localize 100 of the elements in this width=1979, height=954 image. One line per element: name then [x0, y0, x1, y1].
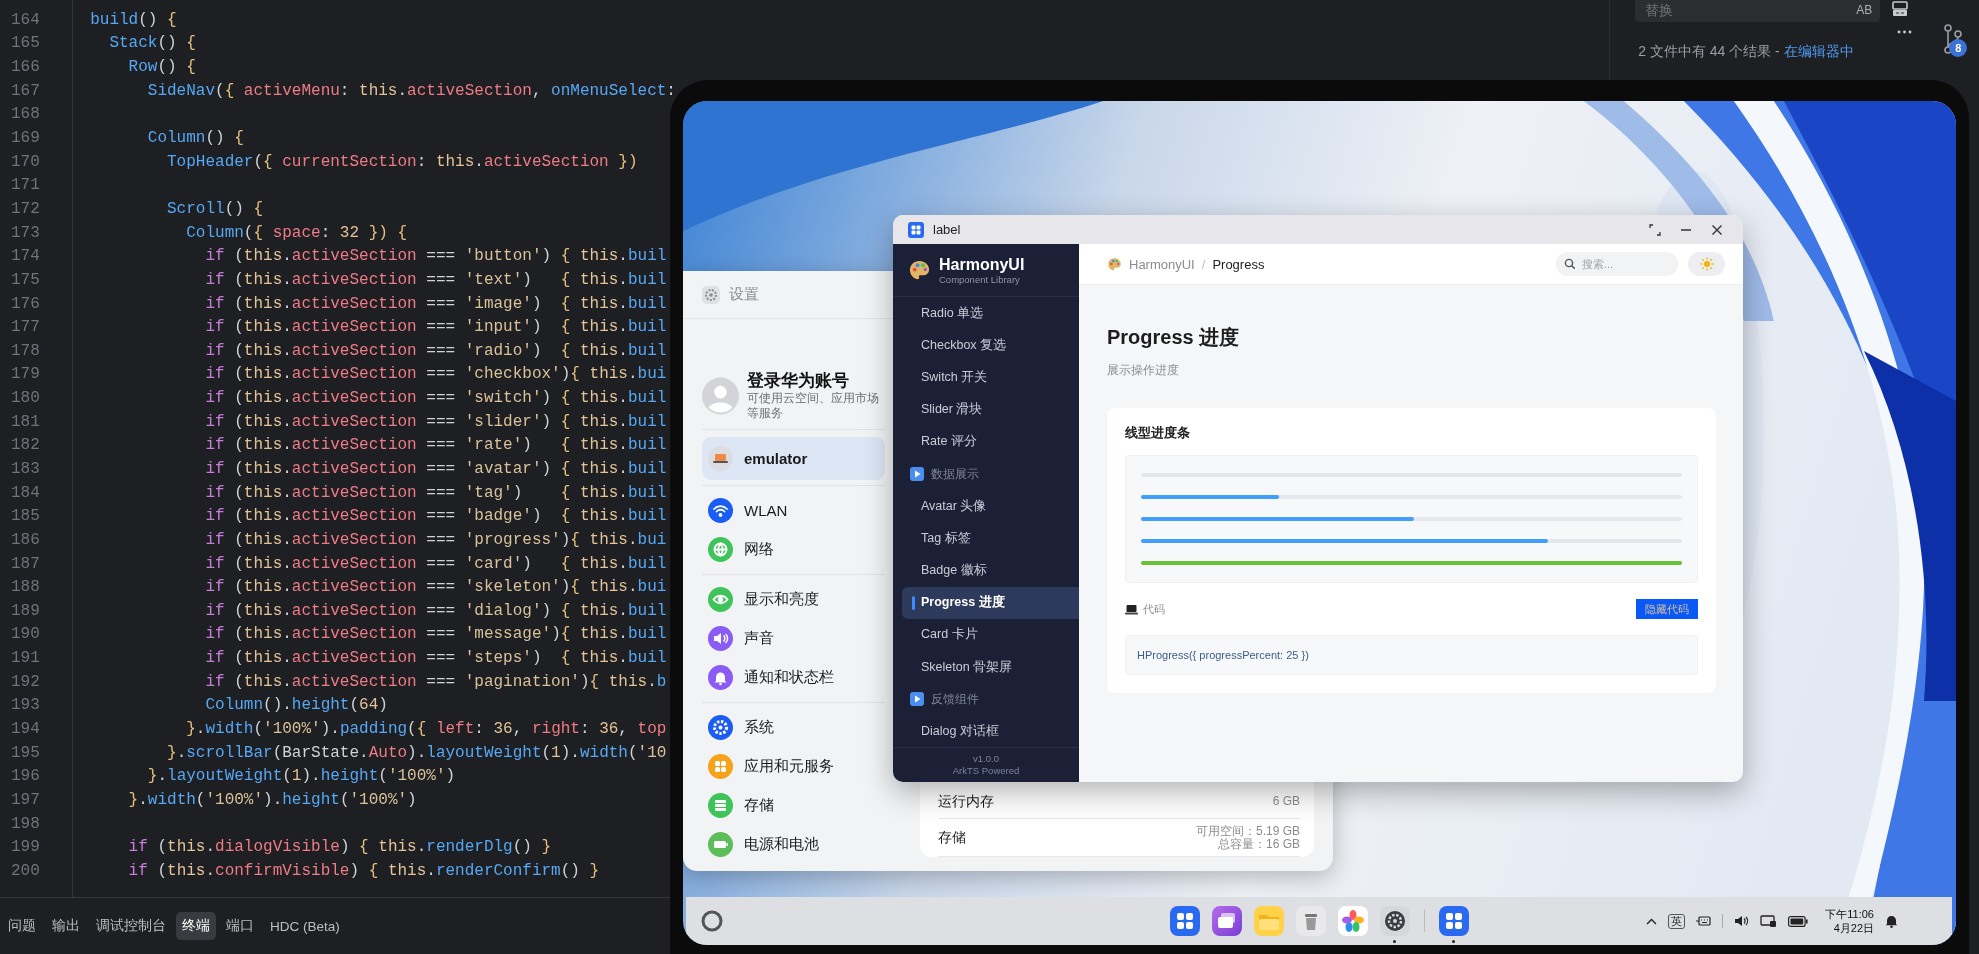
code-line: if (this.activeSection === 'slider') { this.buil [204, 412, 667, 431]
version-label: v1.0.0 [973, 753, 999, 765]
clock-date[interactable]: 4月22日 [1833, 921, 1874, 935]
nav-item[interactable]: Card 卡片 [893, 618, 1079, 652]
line-number: 188 [10, 578, 41, 597]
nav-item[interactable]: Badge 徽标 [893, 554, 1079, 587]
chevron-up-icon[interactable] [1646, 917, 1658, 925]
code-line: if (this.activeSection === 'progress'){ this.bui [204, 530, 667, 549]
code-line: }.layoutWeight(1).height('100%') [146, 767, 456, 786]
code-line: if (this.activeSection === 'radio') { this.buil [204, 341, 667, 360]
laptop-icon [708, 446, 733, 471]
panel-tab[interactable]: 终端 [176, 912, 216, 940]
line-number: 176 [10, 294, 41, 313]
input-method-indicator[interactable]: 英 [1668, 913, 1686, 929]
settings-item[interactable]: 应用和元服务 [702, 747, 885, 786]
line-number: 173 [10, 223, 41, 242]
code-line: Column().height(64) [204, 696, 388, 715]
nav-item[interactable]: Skeleton 骨架屏 [893, 651, 1079, 684]
code-line: if (this.activeSection === 'skeleton'){ this.bui [204, 578, 667, 597]
panel-tab[interactable]: HDC (Beta) [264, 913, 346, 939]
panel-tab[interactable]: 调试控制台 [90, 912, 172, 940]
nav-item[interactable]: Switch 开关 [893, 361, 1079, 394]
code-line: }.scrollBar(BarState.Auto).layoutWeight(1).width('10 [166, 743, 667, 762]
brand-title: HarmonyUI [939, 255, 1025, 274]
code-line: Stack() { [108, 34, 196, 53]
code-line: if (this.activeSection === 'text') { this.buil [204, 270, 667, 289]
home-icon[interactable] [700, 909, 724, 933]
settings-icon[interactable] [1379, 906, 1410, 936]
line-number: 182 [10, 436, 41, 455]
page-subtitle: 展示操作进度 [1107, 362, 1180, 378]
line-number: 193 [10, 696, 41, 715]
code-line: if (this.activeSection === 'steps') { this.buil [204, 649, 667, 668]
nav-item[interactable]: Checkbox 复选 [893, 329, 1079, 362]
line-number: 183 [10, 460, 41, 478]
breadcrumb-item[interactable]: Progress [1212, 256, 1265, 272]
settings-item[interactable]: 网络 [702, 530, 885, 569]
close-icon[interactable] [1711, 223, 1723, 236]
theme-toggle-button[interactable] [1688, 252, 1725, 276]
line-number: 198 [10, 814, 41, 833]
palette-icon [1107, 256, 1122, 272]
brand-subtitle: Component Library [939, 273, 1021, 285]
powered-label: ArkTS Powered [952, 765, 1020, 777]
nav-item[interactable]: Avatar 头像 [893, 490, 1079, 523]
notification-badge: 8 [1949, 39, 1968, 57]
app-grid-icon[interactable] [1169, 906, 1200, 936]
settings-item[interactable]: 声音 [702, 619, 885, 658]
nav-item[interactable]: Rate 评分 [893, 425, 1079, 458]
laptop-icon [1125, 603, 1138, 615]
windows-icon[interactable] [1211, 906, 1242, 936]
info-value: 6 GB [1272, 795, 1300, 808]
nav-section-label: 数据展示 [931, 465, 979, 483]
code-line: Column() { [146, 129, 244, 147]
line-number: 195 [10, 743, 41, 762]
settings-item[interactable]: 系统 [702, 708, 885, 747]
restore-icon[interactable] [1649, 223, 1661, 236]
screen-cast-icon[interactable] [1760, 914, 1778, 928]
preserve-case-toggle[interactable]: AB [1856, 0, 1873, 17]
more-icon[interactable] [1897, 30, 1913, 34]
play-icon [910, 467, 924, 482]
info-value: 总容量：16 GB [1217, 837, 1300, 851]
line-number: 184 [10, 483, 41, 502]
nav-item[interactable]: Slider 滑块 [893, 393, 1079, 426]
nav-item[interactable]: Progress 进度 [902, 586, 1079, 619]
panel-tab[interactable]: 端口 [220, 912, 260, 940]
settings-item[interactable]: 电源和电池 [702, 825, 885, 864]
line-number: 165 [10, 34, 41, 53]
flower-icon[interactable] [1337, 906, 1368, 936]
nav-item[interactable]: Dialog 对话框 [893, 715, 1079, 747]
settings-item[interactable]: 显示和亮度 [702, 580, 885, 619]
trash-icon[interactable] [1295, 906, 1326, 936]
settings-item[interactable]: emulator [702, 437, 885, 480]
line-number: 190 [10, 625, 41, 644]
settings-item[interactable]: 存储 [702, 786, 885, 825]
account-title[interactable]: 登录华为账号 [747, 371, 885, 391]
settings-item[interactable]: 通知和状态栏 [702, 658, 885, 697]
settings-item[interactable]: WLAN [702, 491, 885, 530]
line-number: 191 [10, 649, 41, 668]
code-line: if (this.activeSection === 'badge') { this.buil [204, 507, 667, 526]
nav-item[interactable]: Tag 标签 [893, 522, 1079, 555]
code-line: if (this.activeSection === 'rate') { this.buil [204, 436, 667, 455]
code-line: if (this.activeSection === 'pagination'){ this.b [204, 672, 667, 691]
bell-icon[interactable] [1885, 914, 1898, 928]
line-number: 185 [10, 507, 41, 526]
search-field[interactable]: 搜索... [1556, 252, 1678, 276]
replace-field[interactable]: 替换 AB [1635, 0, 1881, 22]
line-number: 168 [10, 105, 41, 124]
settings-icon [702, 285, 720, 304]
window-title: label [933, 222, 962, 237]
line-number: 189 [10, 601, 41, 620]
panel-tab[interactable]: 输出 [46, 912, 86, 940]
panel-tab[interactable]: 问题 [2, 912, 42, 940]
clock-time[interactable]: 下午11:06 [1825, 907, 1874, 921]
line-number: 194 [10, 720, 41, 739]
nav-item[interactable]: Radio 单选 [893, 297, 1079, 330]
open-in-editor-link[interactable]: 在编辑器中 [1783, 43, 1854, 59]
code-line: if (this.activeSection === 'dialog') { this.buil [204, 601, 667, 620]
app-grid-icon[interactable] [1438, 906, 1469, 936]
code-line: if (this.activeSection === 'avatar') { this.buil [204, 460, 667, 478]
code-line: if (this.activeSection === 'checkbox'){ this.bui [204, 365, 667, 384]
volume-icon[interactable] [1734, 915, 1750, 927]
